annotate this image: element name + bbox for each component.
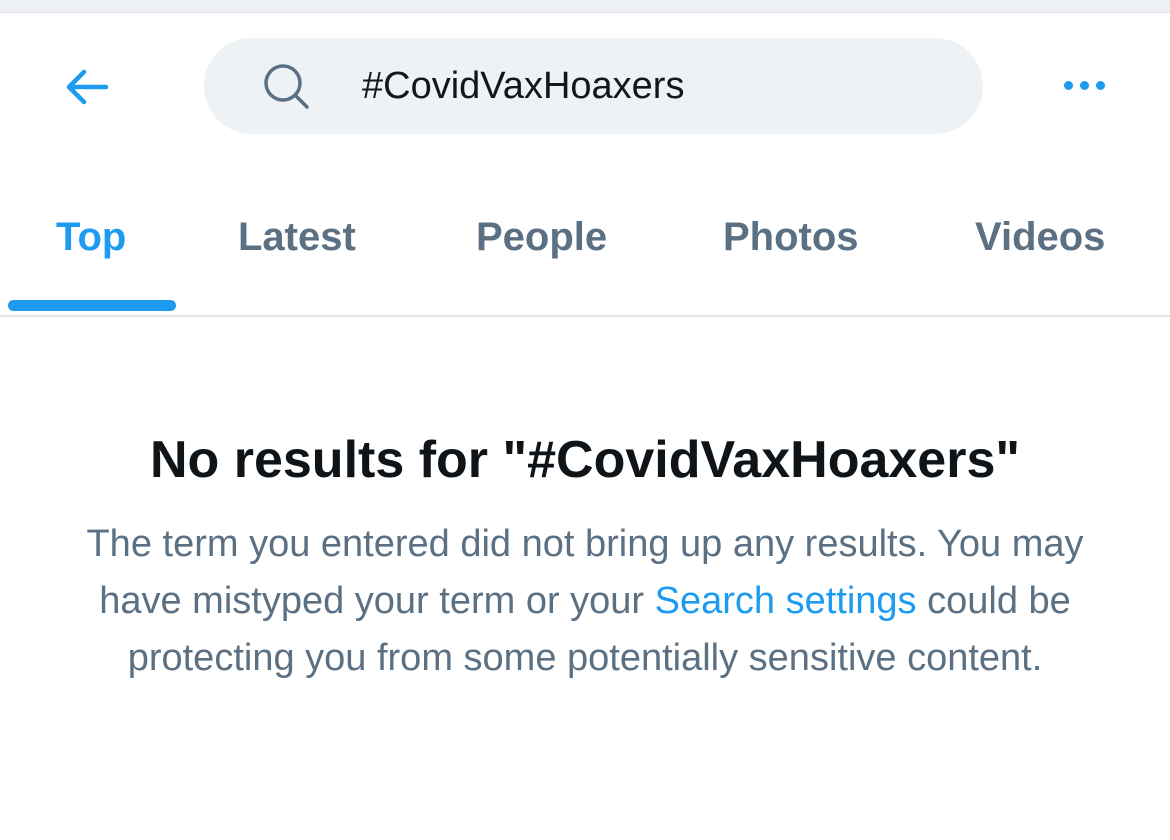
empty-state-title: No results for "#CovidVaxHoaxers"	[149, 431, 1021, 489]
tab-videos[interactable]: Videos	[975, 207, 1105, 267]
tab-photos[interactable]: Photos	[723, 207, 859, 267]
search-tabs: Top Latest People Photos Videos	[0, 163, 1170, 317]
status-bar-strip	[0, 0, 1170, 13]
search-query-text: #CovidVaxHoaxers	[362, 64, 685, 107]
search-settings-link[interactable]: Search settings	[655, 580, 917, 622]
more-options-button[interactable]	[1052, 65, 1116, 105]
active-tab-indicator	[8, 300, 176, 311]
empty-state: No results for "#CovidVaxHoaxers" The te…	[0, 420, 1170, 687]
arrow-left-icon	[66, 69, 109, 105]
search-icon	[264, 64, 309, 109]
more-horizontal-icon	[1079, 80, 1089, 90]
back-button[interactable]	[56, 63, 116, 111]
tab-top[interactable]: Top	[56, 207, 126, 267]
tab-people[interactable]: People	[476, 207, 607, 267]
empty-state-line-1: The term you entered did not bring up an…	[86, 523, 928, 565]
search-input[interactable]: #CovidVaxHoaxers	[204, 38, 983, 134]
empty-state-message: The term you entered did not bring up an…	[85, 516, 1085, 687]
more-horizontal-icon	[1063, 80, 1073, 90]
tab-latest[interactable]: Latest	[238, 207, 356, 267]
more-horizontal-icon	[1095, 80, 1105, 90]
search-header: #CovidVaxHoaxers	[0, 13, 1170, 163]
